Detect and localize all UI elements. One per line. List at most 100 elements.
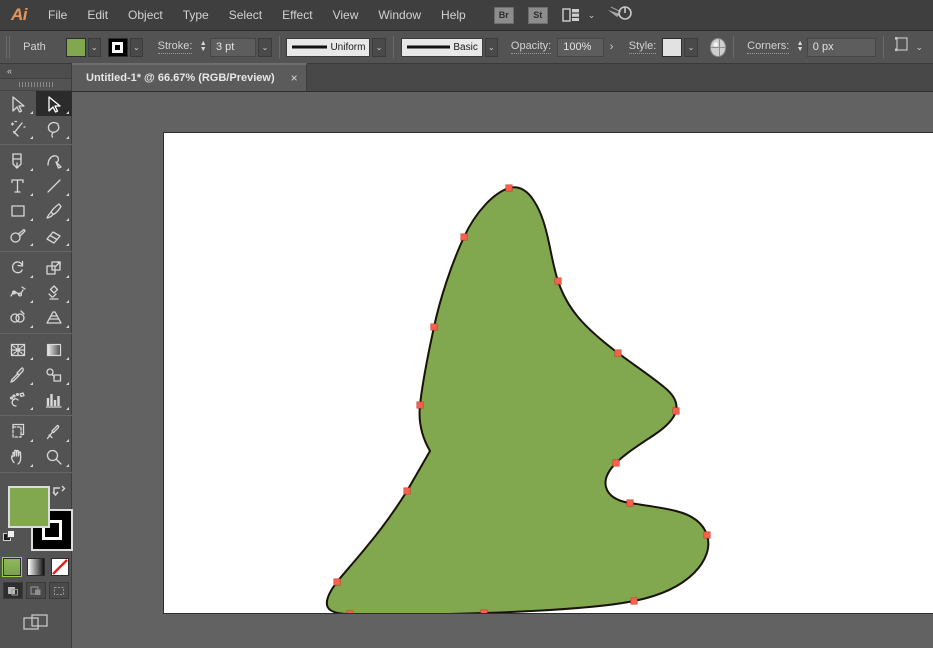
paintbrush-tool[interactable] bbox=[36, 198, 72, 223]
collapse-panel-icon[interactable]: « bbox=[7, 66, 12, 76]
transform-chevron-down-icon[interactable]: ⌄ bbox=[915, 42, 923, 53]
tool-divider bbox=[0, 144, 72, 145]
tool-group-indicator-icon bbox=[66, 407, 69, 410]
draw-normal-button[interactable] bbox=[2, 582, 23, 599]
control-bar-grip[interactable] bbox=[6, 36, 12, 58]
width-tool[interactable] bbox=[0, 280, 36, 305]
corners-stepper[interactable]: ▲ ▼ bbox=[795, 38, 804, 57]
type-tool[interactable] bbox=[0, 173, 36, 198]
scale-tool[interactable] bbox=[36, 255, 72, 280]
stroke-weight-stepper[interactable]: ▲ ▼ bbox=[198, 38, 207, 57]
tools-panel-grip[interactable] bbox=[0, 79, 71, 91]
gradient-tool[interactable] bbox=[36, 337, 72, 362]
fill-chevron-down-icon[interactable]: ⌄ bbox=[87, 37, 101, 57]
stroke-chevron-down-icon[interactable]: ⌄ bbox=[129, 37, 143, 57]
selection-tool[interactable] bbox=[0, 91, 36, 116]
menu-window[interactable]: Window bbox=[368, 0, 431, 31]
pen-tool[interactable] bbox=[0, 148, 36, 173]
stroke-weight-input[interactable]: 3 pt bbox=[209, 37, 257, 57]
control-bar-divider-4 bbox=[882, 36, 884, 58]
line-segment-tool[interactable] bbox=[36, 173, 72, 198]
change-screen-mode-button[interactable] bbox=[0, 613, 71, 633]
document-tab[interactable]: Untitled-1* @ 66.67% (RGB/Preview) × bbox=[72, 63, 307, 91]
tool-group-indicator-icon bbox=[30, 300, 33, 303]
blend-tool-icon bbox=[46, 367, 62, 382]
canvas-area[interactable] bbox=[72, 92, 933, 648]
slice-tool[interactable] bbox=[36, 419, 72, 444]
paintbrush-tool-icon bbox=[46, 202, 62, 219]
perspective-grid-tool[interactable] bbox=[36, 305, 72, 330]
mesh-tool[interactable] bbox=[0, 337, 36, 362]
close-icon[interactable]: × bbox=[291, 71, 298, 85]
gradient-tool-icon bbox=[46, 343, 62, 356]
variable-width-profile-select[interactable]: Uniform bbox=[286, 37, 371, 57]
menu-object[interactable]: Object bbox=[118, 0, 173, 31]
arrange-documents-icon[interactable] bbox=[562, 8, 580, 22]
line-segment-tool-icon bbox=[47, 178, 61, 193]
selected-path[interactable] bbox=[325, 186, 710, 613]
lasso-tool[interactable] bbox=[36, 116, 72, 141]
draw-behind-button[interactable] bbox=[25, 582, 46, 599]
menu-help[interactable]: Help bbox=[431, 0, 476, 31]
graphic-style-swatch[interactable] bbox=[662, 37, 683, 57]
opacity-more-icon[interactable]: › bbox=[604, 41, 620, 53]
hand-tool[interactable] bbox=[0, 444, 36, 469]
arrange-chevron-down-icon[interactable]: ⌄ bbox=[588, 10, 596, 21]
tool-group-indicator-icon bbox=[66, 168, 69, 171]
eraser-tool[interactable] bbox=[36, 223, 72, 248]
shape-builder-tool[interactable] bbox=[0, 305, 36, 330]
brush-definition-select[interactable]: Basic bbox=[400, 37, 483, 57]
default-fill-stroke-icon[interactable] bbox=[3, 530, 16, 548]
shaper-tool[interactable] bbox=[0, 223, 36, 248]
document-tab-bar: Untitled-1* @ 66.67% (RGB/Preview) × bbox=[72, 63, 933, 92]
transform-icon[interactable] bbox=[894, 36, 911, 58]
opacity-input[interactable]: 100% bbox=[557, 37, 604, 57]
tool-group-indicator-icon bbox=[30, 464, 33, 467]
direct-selection-tool[interactable] bbox=[36, 91, 72, 116]
magic-wand-tool[interactable] bbox=[0, 116, 36, 141]
swap-fill-stroke-icon[interactable] bbox=[51, 484, 66, 504]
menu-effect[interactable]: Effect bbox=[272, 0, 322, 31]
shape-builder-tool-icon bbox=[10, 309, 25, 323]
rectangle-tool[interactable] bbox=[0, 198, 36, 223]
menu-type[interactable]: Type bbox=[173, 0, 219, 31]
power-icon[interactable] bbox=[607, 4, 633, 27]
artboard[interactable] bbox=[164, 133, 933, 613]
stroke-color-swatch[interactable] bbox=[107, 37, 128, 57]
zoom-tool[interactable] bbox=[36, 444, 72, 469]
selection-tool-icon bbox=[12, 95, 25, 113]
magic-wand-tool-icon bbox=[10, 120, 26, 137]
menu-edit[interactable]: Edit bbox=[77, 0, 118, 31]
hand-tool-icon bbox=[11, 449, 22, 465]
fill-color-swatch[interactable] bbox=[65, 37, 86, 57]
gradient-mode-button[interactable] bbox=[26, 558, 45, 576]
curvature-tool[interactable] bbox=[36, 148, 72, 173]
rotate-tool[interactable] bbox=[0, 255, 36, 280]
stroke-weight-chevron-down-icon[interactable]: ⌄ bbox=[258, 37, 272, 57]
none-mode-button[interactable] bbox=[50, 558, 69, 576]
menu-view[interactable]: View bbox=[323, 0, 369, 31]
brush-chevron-down-icon[interactable]: ⌄ bbox=[484, 37, 498, 57]
tool-group-indicator-icon bbox=[66, 218, 69, 221]
menu-file[interactable]: File bbox=[38, 0, 77, 31]
recolor-artwork-icon[interactable] bbox=[709, 37, 727, 57]
style-chevron-down-icon[interactable]: ⌄ bbox=[684, 37, 698, 57]
eyedropper-tool[interactable] bbox=[0, 362, 36, 387]
symbol-sprayer-tool[interactable] bbox=[0, 387, 36, 412]
variable-width-chevron-down-icon[interactable]: ⌄ bbox=[372, 37, 386, 57]
draw-inside-button[interactable] bbox=[48, 582, 69, 599]
menu-select[interactable]: Select bbox=[219, 0, 272, 31]
column-graph-tool[interactable] bbox=[36, 387, 72, 412]
artboard-tool[interactable] bbox=[0, 419, 36, 444]
stock-button[interactable]: St bbox=[527, 6, 548, 24]
fill-color-box[interactable] bbox=[8, 486, 50, 528]
color-mode-button[interactable] bbox=[1, 557, 22, 577]
tool-group-indicator-icon bbox=[66, 382, 69, 385]
tool-group-indicator-icon bbox=[30, 243, 33, 246]
tools-panel-header: « bbox=[0, 64, 71, 79]
blend-tool[interactable] bbox=[36, 362, 72, 387]
free-transform-tool[interactable] bbox=[36, 280, 72, 305]
tool-group-indicator-icon bbox=[66, 357, 69, 360]
corners-input[interactable]: 0 px bbox=[806, 37, 876, 57]
bridge-button[interactable]: Br bbox=[493, 6, 514, 24]
